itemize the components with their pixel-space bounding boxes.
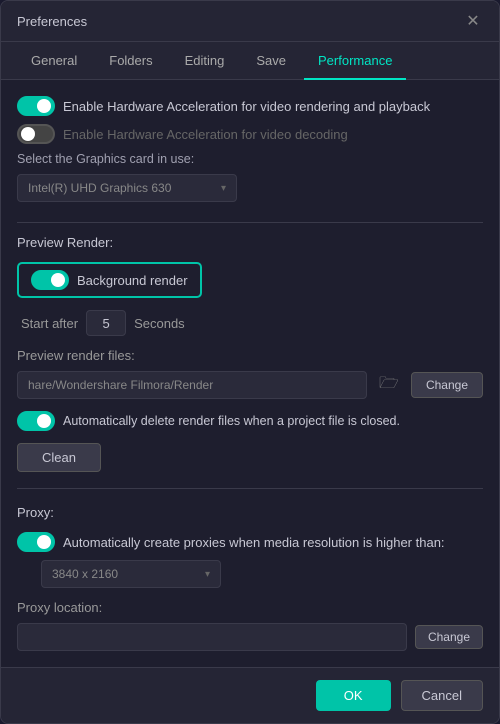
chevron-down-icon: ▾ [221,183,226,194]
proxy-location-box [17,623,407,651]
start-after-value[interactable]: 5 [86,310,126,336]
tab-general[interactable]: General [17,43,91,80]
tab-folders[interactable]: Folders [95,43,166,80]
graphics-label: Select the Graphics card in use: [17,152,483,166]
accel-video-label: Enable Hardware Acceleration for video r… [63,99,430,114]
auto-delete-row: Automatically delete render files when a… [17,411,483,431]
auto-delete-label: Automatically delete render files when a… [63,414,400,428]
accel-decode-toggle[interactable] [17,124,55,144]
preferences-dialog: Preferences ✕ General Folders Editing Sa… [0,0,500,724]
accel-decode-label: Enable Hardware Acceleration for video d… [63,127,348,142]
dialog-title: Preferences [17,14,87,29]
tab-save[interactable]: Save [242,43,300,80]
ok-button[interactable]: OK [316,680,391,711]
dialog-footer: OK Cancel [1,667,499,723]
close-icon: ✕ [466,11,479,31]
auto-proxy-label: Automatically create proxies when media … [63,535,445,550]
accel-video-toggle[interactable] [17,96,55,116]
auto-delete-toggle[interactable] [17,411,55,431]
background-render-label: Background render [77,273,188,288]
proxy-change-button[interactable]: Change [415,625,483,649]
start-after-label: Start after [21,316,78,331]
tab-editing[interactable]: Editing [171,43,239,80]
hardware-section: Enable Hardware Acceleration for video r… [17,96,483,202]
graphics-dropdown[interactable]: Intel(R) UHD Graphics 630 ▾ [17,174,237,202]
proxy-location-row: Change [17,623,483,651]
auto-delete-knob [37,414,51,428]
clean-button[interactable]: Clean [17,443,101,472]
background-render-toggle[interactable] [31,270,69,290]
folder-browse-button[interactable]: 🗁 [375,371,403,399]
change-button[interactable]: Change [411,372,483,398]
proxy-section: Proxy: Automatically create proxies when… [17,501,483,651]
background-render-knob [51,273,65,287]
file-path-row: hare/Wondershare Filmora/Render 🗁 Change [17,371,483,399]
cancel-button[interactable]: Cancel [401,680,483,711]
resolution-chevron-icon: ▾ [205,569,210,580]
accel-video-knob [37,99,51,113]
accel-video-row: Enable Hardware Acceleration for video r… [17,96,483,116]
title-bar: Preferences ✕ [1,1,499,42]
auto-proxy-knob [37,535,51,549]
accel-decode-row: Enable Hardware Acceleration for video d… [17,124,483,144]
tab-bar: General Folders Editing Save Performance [1,42,499,80]
divider-1 [17,222,483,223]
close-button[interactable]: ✕ [463,11,483,31]
preview-render-section: Preview Render: Background render Start … [17,235,483,472]
auto-proxy-toggle[interactable] [17,532,55,552]
start-after-row: Start after 5 Seconds [17,310,483,336]
tab-performance[interactable]: Performance [304,43,406,80]
preview-render-title: Preview Render: [17,235,483,250]
content-area: Enable Hardware Acceleration for video r… [1,80,499,667]
divider-2 [17,488,483,489]
seconds-label: Seconds [134,316,185,331]
folder-icon: 🗁 [379,372,399,399]
proxy-change-label: Change [428,630,470,644]
auto-create-proxy-row: Automatically create proxies when media … [17,532,483,552]
resolution-value: 3840 x 2160 [52,567,118,581]
resolution-dropdown[interactable]: 3840 x 2160 ▾ [41,560,221,588]
proxy-title: Proxy: [17,501,483,520]
preview-files-label: Preview render files: [17,348,483,363]
graphics-value: Intel(R) UHD Graphics 630 [28,181,171,195]
file-path-box: hare/Wondershare Filmora/Render [17,371,367,399]
background-render-toggle-box[interactable]: Background render [17,262,202,298]
proxy-location-label: Proxy location: [17,600,483,615]
accel-decode-knob [21,127,35,141]
